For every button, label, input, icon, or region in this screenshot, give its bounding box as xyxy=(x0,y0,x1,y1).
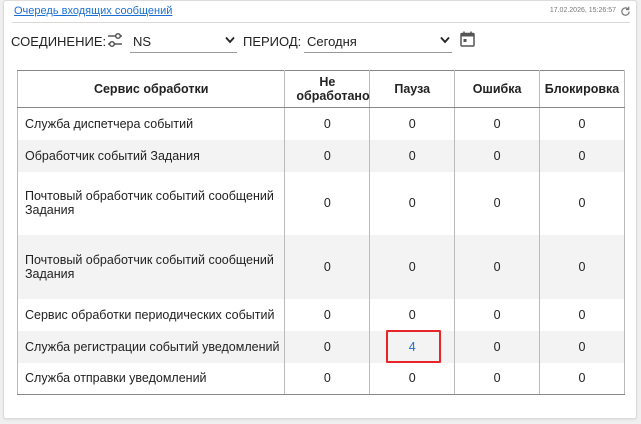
unprocessed-count: 0 xyxy=(284,362,371,395)
error-count: 0 xyxy=(454,362,541,395)
error-count: 0 xyxy=(454,171,541,235)
col-header-lock: Блокировка xyxy=(539,70,625,108)
table-row: Служба диспетчера событий 0 0 0 0 xyxy=(16,107,625,140)
connection-label: СОЕДИНЕНИЕ: xyxy=(11,34,107,49)
service-queue-table: Сервис обработки Не обработано Пауза Оши… xyxy=(16,70,625,395)
filter-bar: СОЕДИНЕНИЕ: NS ПЕРИОД: Сегодня xyxy=(0,28,641,54)
lock-count: 0 xyxy=(539,298,625,331)
table-row: Почтовый обработчик событий сообщений За… xyxy=(16,171,625,235)
service-name: Служба регистрации событий уведомлений xyxy=(16,330,286,363)
service-name: Служба отправки уведомлений xyxy=(16,362,286,395)
error-count: 0 xyxy=(454,298,541,331)
pause-count: 0 xyxy=(369,234,456,299)
pause-count: 0 xyxy=(369,362,456,395)
calendar-icon[interactable] xyxy=(460,31,475,47)
pause-count-link[interactable]: 4 xyxy=(409,340,416,354)
service-name: Обработчик событий Задания xyxy=(16,139,286,172)
table-row: Служба регистрации событий уведомлений 0… xyxy=(16,330,625,363)
period-label: ПЕРИОД: xyxy=(243,34,302,49)
error-count: 0 xyxy=(454,107,541,140)
service-name: Сервис обработки периодических событий xyxy=(16,298,286,331)
period-select-value: Сегодня xyxy=(307,34,357,49)
unprocessed-count: 0 xyxy=(284,107,371,140)
col-header-unprocessed-label: Не обработано xyxy=(296,75,370,103)
chevron-down-icon xyxy=(440,36,450,44)
connection-select[interactable]: NS xyxy=(130,28,237,53)
col-header-service: Сервис обработки xyxy=(16,70,286,108)
unprocessed-count: 0 xyxy=(284,234,371,299)
table-row: Обработчик событий Задания 0 0 0 0 xyxy=(16,139,625,172)
pause-count: 0 xyxy=(369,298,456,331)
header-divider xyxy=(12,22,630,23)
refresh-icon[interactable] xyxy=(620,6,631,17)
lock-count: 0 xyxy=(539,139,625,172)
col-header-error: Ошибка xyxy=(454,70,541,108)
error-count: 0 xyxy=(454,139,541,172)
table-header-row: Сервис обработки Не обработано Пауза Оши… xyxy=(16,70,625,108)
pause-count: 0 xyxy=(369,107,456,140)
chevron-down-icon xyxy=(225,36,235,44)
service-name: Почтовый обработчик событий сообщений За… xyxy=(16,171,286,235)
widget-header: Очередь входящих сообщений 17.02.2026, 1… xyxy=(4,1,636,23)
service-name: Почтовый обработчик событий сообщений За… xyxy=(16,234,286,299)
table-row: Служба отправки уведомлений 0 0 0 0 xyxy=(16,362,625,395)
table-row: Почтовый обработчик событий сообщений За… xyxy=(16,234,625,299)
unprocessed-count: 0 xyxy=(284,139,371,172)
service-name: Служба диспетчера событий xyxy=(16,107,286,140)
col-header-unprocessed: Не обработано xyxy=(284,70,371,108)
unprocessed-count: 0 xyxy=(284,298,371,331)
last-updated-timestamp: 17.02.2026, 15:26:57 xyxy=(549,7,616,14)
connection-select-value: NS xyxy=(133,34,152,49)
pause-count-cell: 4 xyxy=(369,330,456,363)
period-select[interactable]: Сегодня xyxy=(304,28,452,53)
unprocessed-count: 0 xyxy=(284,171,371,235)
pause-count: 0 xyxy=(369,139,456,172)
pause-count: 0 xyxy=(369,171,456,235)
error-count: 0 xyxy=(454,330,541,363)
unprocessed-count: 0 xyxy=(284,330,371,363)
table-row: Сервис обработки периодических событий 0… xyxy=(16,298,625,331)
connection-settings-icon[interactable] xyxy=(106,31,124,49)
error-count: 0 xyxy=(454,234,541,299)
lock-count: 0 xyxy=(539,171,625,235)
lock-count: 0 xyxy=(539,330,625,363)
widget-title-link[interactable]: Очередь входящих сообщений xyxy=(14,5,172,17)
col-header-pause: Пауза xyxy=(369,70,456,108)
lock-count: 0 xyxy=(539,234,625,299)
lock-count: 0 xyxy=(539,362,625,395)
lock-count: 0 xyxy=(539,107,625,140)
